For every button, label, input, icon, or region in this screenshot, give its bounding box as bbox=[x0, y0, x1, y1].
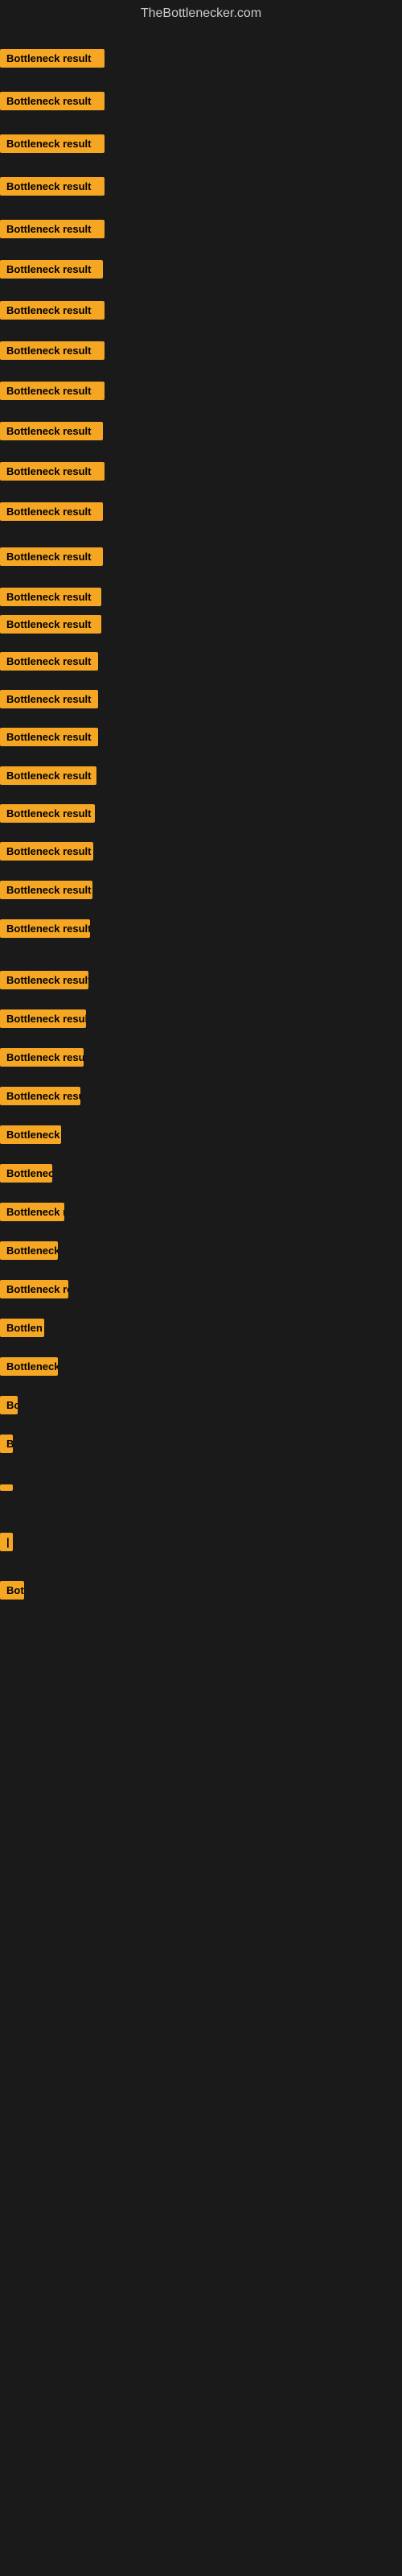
bottleneck-result-badge: Bottleneck result bbox=[0, 422, 103, 440]
bottleneck-result-badge: Bottleneck result bbox=[0, 92, 105, 110]
bottleneck-result-badge: Bottleneck result bbox=[0, 547, 103, 566]
bottleneck-result-badge: Bott bbox=[0, 1581, 24, 1600]
bottleneck-result-badge: Bottleneck result bbox=[0, 1009, 86, 1028]
bottleneck-result-badge: Bottleneck result bbox=[0, 177, 105, 196]
bottleneck-result-badge: Bottleneck result bbox=[0, 49, 105, 68]
bottleneck-result-badge: Bottleneck result bbox=[0, 341, 105, 360]
bottleneck-result-badge: Bottleneck result bbox=[0, 260, 103, 279]
bottleneck-result-badge: Bottleneck result bbox=[0, 1048, 84, 1067]
bottleneck-result-badge: | bbox=[0, 1533, 13, 1551]
bottleneck-result-badge: Bottleneck result bbox=[0, 842, 93, 861]
bottleneck-result-badge: Bottleneck result bbox=[0, 220, 105, 238]
bottleneck-result-badge: Bottleneck result bbox=[0, 690, 98, 708]
bottleneck-result-badge: Bottleneck bbox=[0, 1125, 61, 1144]
bottleneck-result-badge: Bottleneck result bbox=[0, 134, 105, 153]
bottleneck-result-badge: Bottleneck r bbox=[0, 1203, 64, 1221]
bottleneck-result-badge: Bottleneck result bbox=[0, 881, 92, 899]
bottleneck-result-badge: Bottleneck bbox=[0, 1357, 58, 1376]
bottleneck-result-badge: Bo bbox=[0, 1396, 18, 1414]
bottleneck-result-badge: Bottleneck result bbox=[0, 766, 96, 785]
bottleneck-result-badge: Bottleneck re bbox=[0, 1280, 68, 1298]
bottleneck-result-badge: Bottleneck result bbox=[0, 728, 98, 746]
bottleneck-result-badge: Bottlen bbox=[0, 1319, 44, 1337]
bottleneck-result-badge: Bottleneck result bbox=[0, 1087, 80, 1105]
bottleneck-result-badge: Bottleneck result bbox=[0, 588, 101, 606]
bottleneck-result-badge: B bbox=[0, 1435, 13, 1453]
bottleneck-result-badge: Bottleneck result bbox=[0, 919, 90, 938]
bottleneck-result-badge: Bottleneck result bbox=[0, 804, 95, 823]
bottleneck-result-badge: Bottleneck result bbox=[0, 615, 101, 634]
bottleneck-result-badge: Bottleneck result bbox=[0, 652, 98, 671]
bottleneck-result-badge: Bottleneck result bbox=[0, 971, 88, 989]
site-title: TheBottlenecker.com bbox=[0, 0, 402, 27]
bottleneck-result-badge bbox=[0, 1484, 13, 1491]
bottleneck-result-badge: Bottleneck result bbox=[0, 462, 105, 481]
bottleneck-result-badge: Bottleneck result bbox=[0, 382, 105, 400]
bottleneck-result-badge: Bottleneck bbox=[0, 1241, 58, 1260]
bottleneck-result-badge: Bottleneck result bbox=[0, 502, 103, 521]
bottleneck-result-badge: Bottleneck bbox=[0, 1164, 52, 1183]
bottleneck-result-badge: Bottleneck result bbox=[0, 301, 105, 320]
